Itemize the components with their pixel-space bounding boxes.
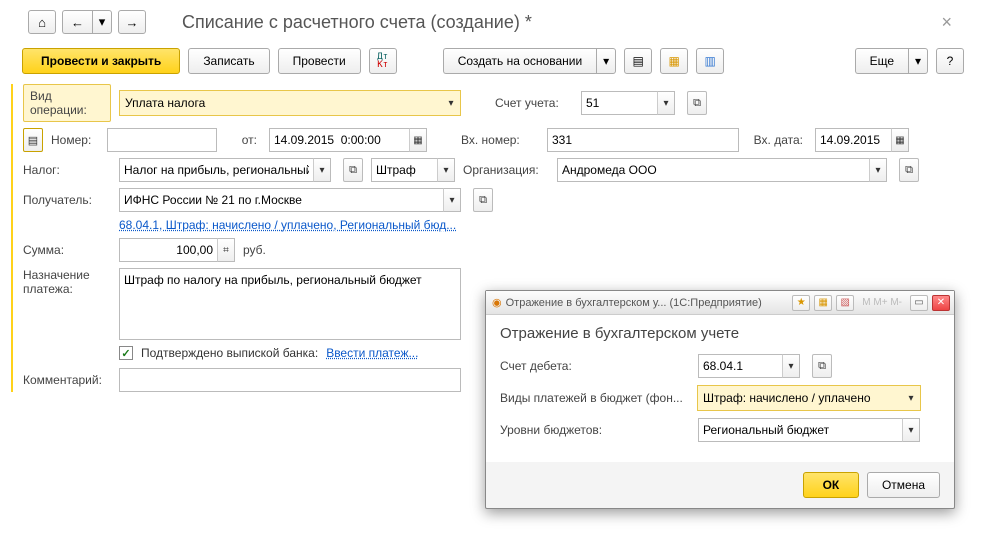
op-type-dropdown[interactable]: ▾ [442,91,460,115]
dtkt-icon: ДтКт [377,53,388,69]
help-button[interactable]: ? [936,48,964,74]
calendar-icon: ▦ [413,135,422,146]
tool-doc-button[interactable]: ▤ [624,48,652,74]
account-input[interactable] [581,91,657,115]
modal-ok-button[interactable]: ОК [803,472,859,498]
debit-label: Счет дебета: [500,359,690,373]
save-button[interactable]: Записать [188,48,269,74]
modal-tool-disabled: M M+ M- [858,297,906,308]
tax-kind-dropdown[interactable]: ▾ [437,158,455,182]
post-and-close-button[interactable]: Провести и закрыть [22,48,180,74]
budget-level-label: Уровни бюджетов: [500,423,690,437]
highlight-strip [11,84,13,392]
file-icon: ▥ [705,54,716,68]
post-button[interactable]: Провести [278,48,361,74]
sum-label: Сумма: [23,243,111,257]
tool-file-button[interactable]: ▥ [696,48,724,74]
number-icon-button[interactable]: ▤ [23,128,43,152]
recipient-open-button[interactable]: ⧉ [473,188,493,212]
inc-date-label: Вх. дата: [747,133,807,147]
tax-label: Налог: [23,163,111,177]
confirmed-checkbox[interactable]: ✓ [119,346,133,360]
account-dropdown[interactable]: ▾ [657,91,675,115]
close-button[interactable]: × [941,12,966,33]
home-button[interactable]: ⌂ [28,10,56,34]
document-icon: ▤ [633,54,644,68]
nav-back-button[interactable]: ← [62,10,92,34]
account-open-button[interactable]: ⧉ [687,91,707,115]
app-icon: ◉ [492,296,502,309]
arrow-right-icon: → [126,15,139,30]
org-open-button[interactable]: ⧉ [899,158,919,182]
tax-dropdown[interactable]: ▾ [313,158,331,182]
tool-report-button[interactable]: ▦ [660,48,688,74]
date-picker-button[interactable]: ▦ [409,128,427,152]
create-based-group: Создать на основании ▾ [443,48,617,74]
date-input[interactable] [269,128,409,152]
sum-input[interactable] [119,238,217,262]
debit-dropdown[interactable]: ▾ [782,354,800,378]
org-dropdown[interactable]: ▾ [869,158,887,182]
budget-level-input[interactable] [698,418,902,442]
modal-titlebar-text: Отражение в бухгалтерском у... (1С:Предп… [506,297,789,309]
more-button[interactable]: Еще [855,48,908,74]
inc-date-input[interactable] [815,128,891,152]
inc-number-label: Вх. номер: [461,133,539,147]
more-group: Еще ▾ [855,48,928,74]
account-label: Счет учета: [495,96,573,110]
calendar-icon: ▦ [895,135,904,146]
tax-open-button[interactable]: ⧉ [343,158,363,182]
modal-tool-fav-button[interactable]: ★ [792,295,810,311]
purpose-textarea[interactable] [119,268,461,340]
number-label: Номер: [51,133,99,147]
tax-kind-input[interactable] [371,158,437,182]
accounting-modal: ◉ Отражение в бухгалтерском у... (1С:Пре… [485,290,955,509]
pay-kind-label: Виды платежей в бюджет (фон... [500,391,690,405]
op-type-label: Вид операции: [23,84,111,122]
rub-label: руб. [243,243,266,257]
sum-calc-button[interactable]: ⌗ [217,238,235,262]
budget-level-dropdown[interactable]: ▾ [902,418,920,442]
debit-open-button[interactable]: ⧉ [812,354,832,378]
comment-input[interactable] [119,368,461,392]
more-dropdown[interactable]: ▾ [908,48,928,74]
pay-kind-input[interactable] [698,386,902,410]
debit-input[interactable] [698,354,782,378]
recipient-input[interactable] [119,188,443,212]
dtkt-button[interactable]: ДтКт [369,48,397,74]
op-type-wrap: ▾ [119,90,461,116]
report-icon: ▦ [669,54,680,68]
arrow-left-icon: ← [71,15,84,30]
create-based-button[interactable]: Создать на основании [443,48,597,74]
recipient-dropdown[interactable]: ▾ [443,188,461,212]
number-input[interactable] [107,128,217,152]
confirmed-label: Подтверждено выпиской банка: [141,346,318,360]
nav-back-group: ← ▾ [62,10,112,34]
home-icon: ⌂ [38,15,46,30]
nav-back-dropdown[interactable]: ▾ [92,10,112,34]
modal-tool-calendar-button[interactable]: ▧ [836,295,854,311]
modal-cancel-button[interactable]: Отмена [867,472,940,498]
inc-date-picker-button[interactable]: ▦ [891,128,909,152]
calculator-icon: ⌗ [223,245,229,256]
create-based-dropdown[interactable]: ▾ [596,48,616,74]
recipient-label: Получатель: [23,193,111,207]
pay-kind-dropdown[interactable]: ▾ [902,386,920,410]
op-type-input[interactable] [120,91,442,115]
modal-heading: Отражение в бухгалтерском учете [500,325,940,342]
purpose-label: Назначение платежа: [23,268,111,296]
nav-forward-button[interactable]: → [118,10,146,34]
org-input[interactable] [557,158,869,182]
inc-number-input[interactable] [547,128,739,152]
from-label: от: [225,133,261,147]
modal-min-button[interactable]: ▭ [910,295,928,311]
enter-payment-link[interactable]: Ввести платеж... [326,346,418,360]
tax-input[interactable] [119,158,313,182]
comment-label: Комментарий: [23,373,111,387]
org-label: Организация: [463,163,549,177]
modal-tool-grid-button[interactable]: ▦ [814,295,832,311]
page-title: Списание с расчетного счета (создание) * [182,12,532,33]
accounting-link[interactable]: 68.04.1, Штраф: начислено / уплачено, Ре… [119,218,456,232]
modal-close-button[interactable]: ✕ [932,295,950,311]
